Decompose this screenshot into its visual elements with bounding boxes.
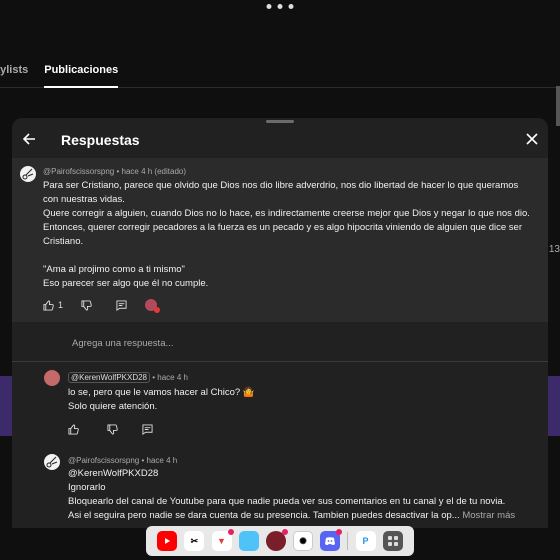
like-button[interactable] [68,424,79,435]
reply-button[interactable] [142,424,153,435]
side-count: 13 [548,244,560,255]
picsart-icon[interactable]: P [355,531,376,551]
reply-line: @KerenWolfPKXD28 [68,468,159,479]
comment-paragraph: "Ama al projimo como a ti mismo" [43,264,185,275]
channel-tabs: aylists Publicaciones [0,58,560,88]
creator-heart-avatar [145,299,161,313]
show-more-link[interactable]: Mostrar más [462,510,515,521]
reply-body: @KerenWolfPKXD28 Ignorarlo Bloquearlo de… [68,467,540,523]
thumbs-up-icon [43,299,54,311]
panel-header: Respuestas [12,118,548,158]
comment-author[interactable]: @Pairofscissorspng [43,167,114,176]
comment-meta: @Pairofscissorspng • hace 4 h (editado) [43,167,187,176]
reply-line-truncated: Asi el seguira pero nadie se dara cuenta… [68,509,540,523]
like-button[interactable]: 1 [43,299,64,311]
reply-line: lo se, pero que le vamos hacer al Chico?… [68,387,255,398]
like-count: 1 [58,300,64,310]
tab-publicaciones[interactable]: Publicaciones [44,58,119,88]
reply-actions [68,424,153,435]
window-options-dots[interactable] [266,4,294,9]
app-grid-icon[interactable] [382,531,403,551]
thumbs-up-icon [68,424,79,435]
dislike-button[interactable] [81,299,92,311]
comment-paragraph: Quere corregir a alguien, cuando Dios no… [43,208,530,247]
background-post-thumbnail [0,376,12,436]
thumbs-down-icon [81,299,92,311]
reply-author[interactable]: @Pairofscissorspng [68,456,139,465]
youtube-icon[interactable] [157,531,178,551]
comment-paragraph: Eso parecer ser algo que él no cumple. [43,278,209,289]
chatgpt-icon[interactable]: ✺ [293,531,314,551]
scissors-icon [22,168,34,180]
thumbs-down-icon [107,424,118,435]
reply-placeholder: Agrega una respuesta... [72,338,174,349]
scissors-icon [46,456,58,468]
back-arrow-icon[interactable] [22,132,36,146]
reply-meta: @Pairofscissorspng • hace 4 h [68,456,178,465]
comment-icon [142,424,153,435]
background-post-thumbnail-right [548,376,560,436]
dislike-button[interactable] [107,424,118,435]
creator-heart [145,299,161,313]
reply-time: hace 4 h [157,373,188,382]
reply-time: hace 4 h [146,456,178,465]
reply-line: Ignorarlo [68,482,106,493]
scrollbar[interactable] [556,86,560,126]
comment-icon [116,299,127,311]
close-icon[interactable] [526,133,538,145]
tubemate-icon[interactable]: ▼ [211,529,234,551]
game-icon[interactable] [265,529,288,551]
avatar[interactable] [44,454,60,470]
comment-time: hace 4 h (editado) [121,167,187,176]
reply-button[interactable] [116,299,127,311]
add-reply-field[interactable]: Agrega una respuesta... [12,322,548,362]
panel-title: Respuestas [61,132,140,148]
reply-line: Asi el seguira pero nadie se dara cuenta… [68,510,460,521]
reply-author[interactable]: @KerenWolfPKXD28 [68,372,151,383]
dock-separator [347,532,349,550]
reply-line: Solo quiere atención. [68,401,158,412]
parent-comment: @Pairofscissorspng • hace 4 h (editado) … [12,158,548,322]
ibis-paint-icon[interactable] [238,531,259,551]
comment-actions: 1 [43,299,161,313]
discord-icon[interactable] [320,529,343,551]
comment-paragraph: Para ser Cristiano, parece que olvido qu… [43,180,519,205]
reply-meta: @KerenWolfPKXD28 • hace 4 h [68,372,188,383]
tab-playlists[interactable]: aylists [0,58,28,87]
app-dock: ✂ ▼ ✺ P [146,526,414,556]
reply-body: lo se, pero que le vamos hacer al Chico?… [68,386,528,414]
avatar[interactable] [44,370,60,386]
replies-panel: Respuestas @Pairofscissorspng • hace 4 h… [12,118,548,528]
comment-paragraph-blank [43,249,535,263]
reply-line: Bloquearlo del canal de Youtube para que… [68,496,506,507]
comment-body: Para ser Cristiano, parece que olvido qu… [43,179,535,291]
capcut-icon[interactable]: ✂ [184,531,205,551]
avatar[interactable] [20,166,36,182]
